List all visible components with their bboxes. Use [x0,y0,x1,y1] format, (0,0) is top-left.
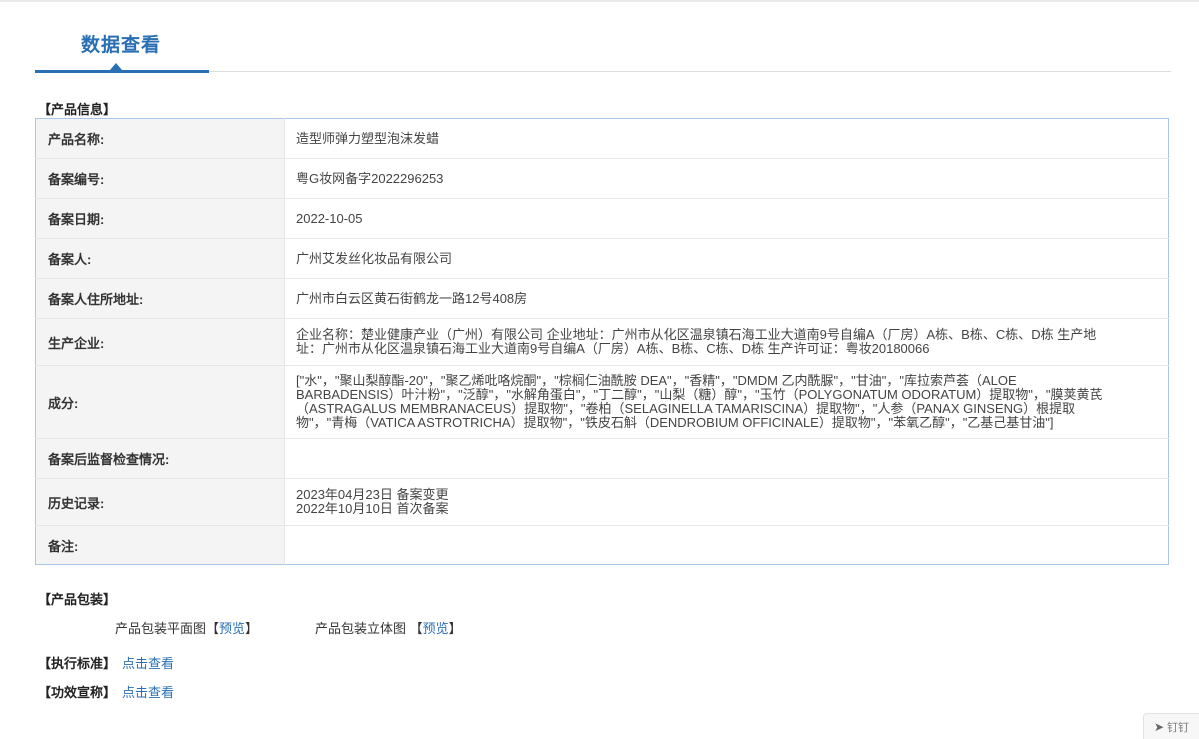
filer-address-value: 广州市白云区黄石街鹤龙一路12号408房 [284,278,1169,319]
section-standard-title: 【执行标准】 [38,656,117,671]
table-row: 备案日期: 2022-10-05 [35,198,1169,239]
table-row: 生产企业: 企业名称：楚业健康产业（广州）有限公司 企业地址：广州市从化区温泉镇… [35,318,1169,366]
record-number-value: 粤G妆网备字2022296253 [284,158,1169,199]
table-row: 备案后监督检查情况: [35,438,1169,479]
table-row: 备注: [35,525,1169,565]
standard-view-link[interactable]: 点击查看 [122,656,174,671]
packaging-flat-label: 产品包装平面图 [115,621,207,636]
active-tab-caret-icon [110,63,122,70]
product-name-value: 造型师弹力塑型泡沫发蜡 [296,130,440,146]
bracket-open: 【 [409,621,423,636]
product-info-table: 产品名称: 造型师弹力塑型泡沫发蜡 备案编号: 粤G妆网备字2022296253… [35,118,1169,565]
section-packaging-title: 【产品包装】 [38,592,117,607]
manufacturer-value: 企业名称：楚业健康产业（广州）有限公司 企业地址：广州市从化区温泉镇石海工业大道… [284,318,1169,366]
history-label: 历史记录: [35,478,285,526]
supervision-label: 备案后监督检查情况: [35,438,285,479]
filer-label: 备案人: [35,238,285,279]
table-row: 备案人住所地址: 广州市白云区黄石街鹤龙一路12号408房 [35,278,1169,319]
packaging-solid-label: 产品包装立体图 [315,621,407,636]
manufacturer-label: 生产企业: [35,318,285,366]
packaging-flat-preview-link[interactable]: 预览 [219,621,245,636]
ingredients-label: 成分: [35,365,285,439]
record-date-label: 备案日期: [35,198,285,239]
ingredients-value: ["水"，"聚山梨醇酯-20"，"聚乙烯吡咯烷酮"，"棕榈仁油酰胺 DEA"，"… [284,365,1169,439]
supervision-value [284,438,1169,479]
table-row: 产品名称: 造型师弹力塑型泡沫发蜡 [35,118,1169,159]
bracket-open: 【 [206,621,220,636]
table-row: 历史记录: 2023年04月23日 备案变更 2022年10月10日 首次备案 [35,478,1169,526]
dingtalk-label: 钉钉 [1167,721,1190,734]
packaging-solid-row: 产品包装立体图 【预览】 [315,618,462,637]
active-tab-underline [35,70,209,73]
top-border [0,0,1199,2]
dingtalk-icon: ➤ [1153,719,1165,734]
history-entry: 2022年10月10日 首次备案 [296,501,449,516]
packaging-flat-row: 产品包装平面图【预览】 [115,618,258,637]
table-row: 备案编号: 粤G妆网备字2022296253 [35,158,1169,199]
history-entry: 2023年04月23日 备案变更 [296,487,449,502]
section-product-info-title: 【产品信息】 [38,102,117,117]
efficacy-view-link[interactable]: 点击查看 [122,685,174,700]
bracket-close: 】 [245,621,259,636]
dingtalk-widget-button[interactable]: ➤ 钉钉 [1143,713,1199,739]
filer-value: 广州艾发丝化妆品有限公司 [284,238,1169,279]
efficacy-row: 【功效宣称】 点击查看 [38,682,174,701]
bracket-close: 】 [448,621,462,636]
table-row: 备案人: 广州艾发丝化妆品有限公司 [35,238,1169,279]
page-title: 数据查看 [81,35,162,56]
record-number-label: 备案编号: [35,158,285,199]
packaging-solid-preview-link[interactable]: 预览 [423,621,449,636]
history-value: 2023年04月23日 备案变更 2022年10月10日 首次备案 [284,478,1169,526]
table-row: 成分: ["水"，"聚山梨醇酯-20"，"聚乙烯吡咯烷酮"，"棕榈仁油酰胺 DE… [35,365,1169,439]
product-name-label: 产品名称: [35,118,285,159]
standard-row: 【执行标准】 点击查看 [38,653,174,672]
remarks-label: 备注: [35,525,285,565]
record-date-value: 2022-10-05 [284,198,1169,239]
filer-address-label: 备案人住所地址: [35,278,285,319]
section-efficacy-title: 【功效宣称】 [38,685,117,700]
remarks-value [284,525,1169,565]
